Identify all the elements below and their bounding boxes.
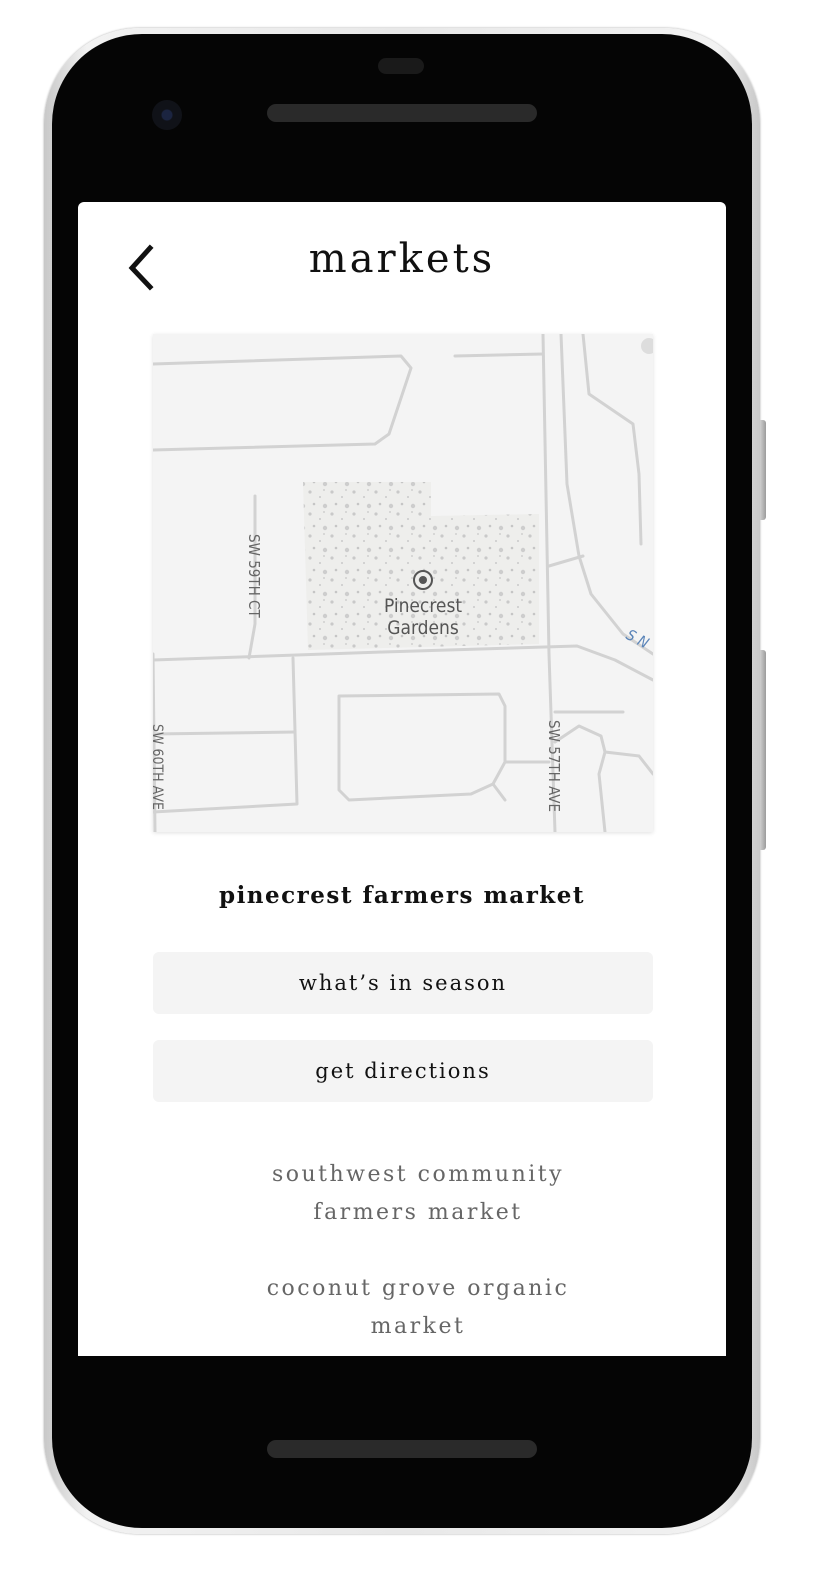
bottom-speaker	[267, 1440, 537, 1458]
market-link-line2: market	[370, 1314, 466, 1339]
map-place-label-line2: Gardens	[387, 617, 459, 639]
earpiece-speaker	[267, 104, 537, 122]
selected-market-name: pinecrest farmers market	[218, 882, 586, 909]
market-link-southwest-community[interactable]: southwest community farmers market	[78, 1156, 726, 1232]
market-link-line2: farmers market	[313, 1200, 523, 1225]
street-label-sw59th: SW 59TH CT	[245, 534, 263, 618]
whats-in-season-button[interactable]: what’s in season	[153, 952, 653, 1014]
map-view[interactable]: Pinecrest Gardens SW 59TH CT SW 60TH AVE…	[153, 334, 653, 832]
map-canvas: Pinecrest Gardens SW 59TH CT SW 60TH AVE…	[153, 334, 653, 832]
market-link-line1: coconut grove organic	[266, 1276, 570, 1301]
market-link-coconut-grove[interactable]: coconut grove organic market	[78, 1270, 726, 1346]
map-place-label-line1: Pinecrest	[384, 595, 462, 617]
page-title: markets	[308, 236, 496, 282]
app-screen: markets Pinecrest Gardens SW 59TH CT SW …	[78, 202, 726, 1356]
street-label-sw60th: SW 60TH AVE	[153, 724, 165, 810]
street-label-sw57th: SW 57TH AVE	[545, 720, 563, 812]
get-directions-button[interactable]: get directions	[153, 1040, 653, 1102]
power-button	[760, 420, 766, 520]
volume-button	[760, 650, 766, 850]
market-link-line1: southwest community	[271, 1162, 565, 1187]
proximity-sensor	[378, 58, 424, 74]
front-camera	[152, 100, 182, 130]
